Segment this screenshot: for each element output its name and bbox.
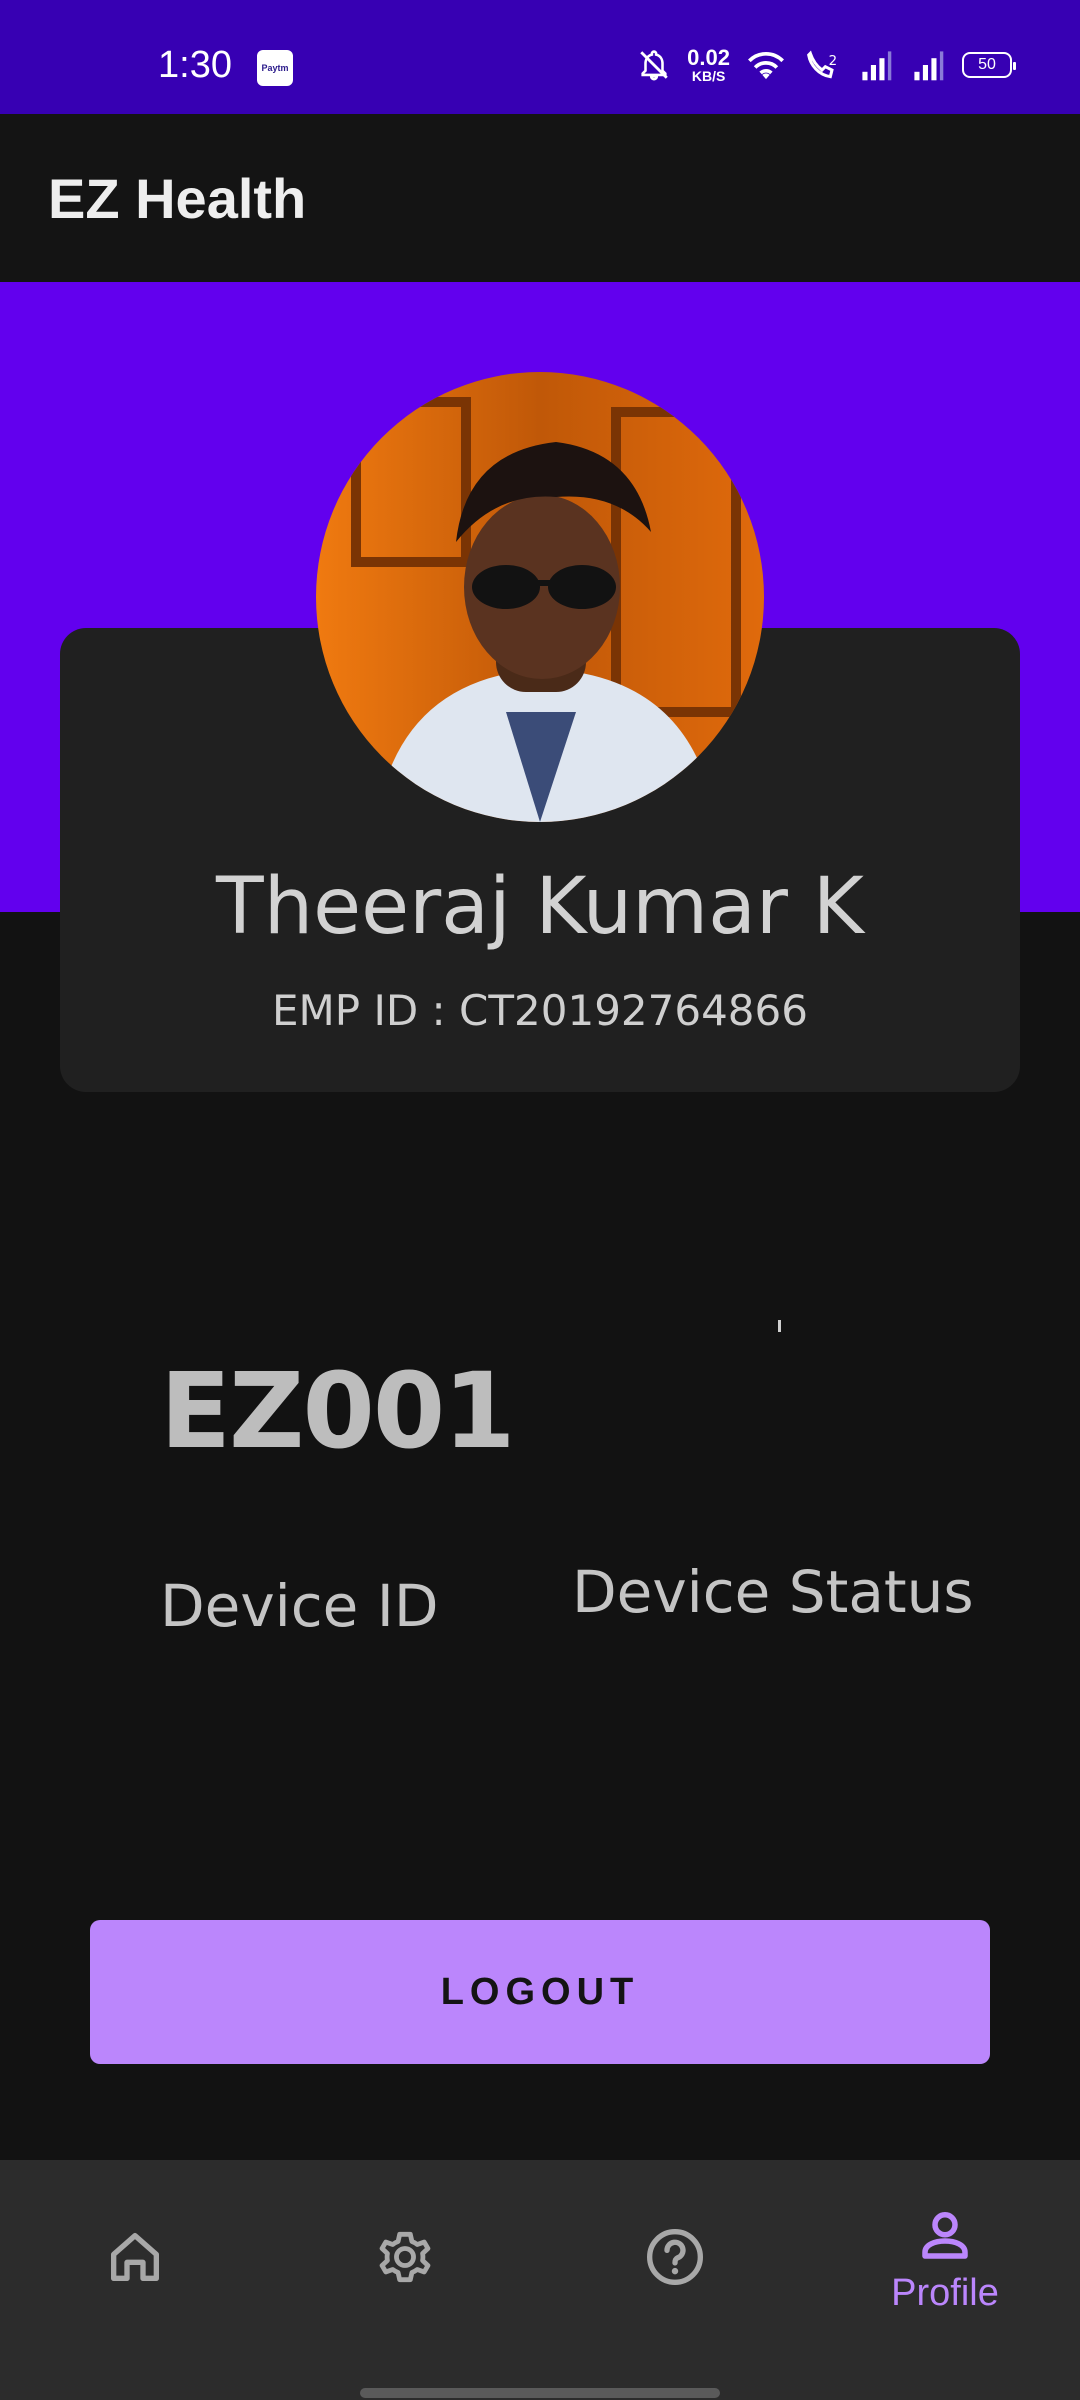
help-icon (647, 2229, 703, 2285)
logout-button[interactable]: LOGOUT (90, 1920, 990, 2064)
volte-call-icon: 2 (807, 50, 837, 79)
person-icon (922, 2211, 968, 2259)
signal-sim1-icon (862, 51, 892, 81)
device-id-label: Device ID (160, 1572, 439, 1640)
device-status-label: Device Status (572, 1558, 974, 1626)
device-id-value: EZ001 (160, 1350, 516, 1472)
mute-bell-icon (640, 50, 668, 81)
user-name: Theeraj Kumar K (216, 862, 864, 952)
app-title: EZ Health (48, 167, 307, 230)
employee-id-value: CT20192764866 (459, 986, 808, 1035)
device-status-value (778, 1320, 781, 1332)
app-bar: EZ Health (0, 114, 1080, 282)
employee-id-row: EMP ID : CT20192764866 (60, 986, 1020, 1035)
wifi-icon (748, 52, 784, 80)
status-time: 1:30 (158, 44, 232, 86)
nav-item-home[interactable] (0, 2160, 270, 2360)
status-icons: 0.02 KB/S 2 50 (637, 40, 1016, 90)
nav-label-profile: Profile (891, 2271, 999, 2314)
nav-item-settings[interactable] (270, 2160, 540, 2360)
gear-icon (379, 2231, 431, 2283)
nav-item-help[interactable] (540, 2160, 810, 2360)
bottom-navigation: Profile (0, 2160, 1080, 2400)
logout-label: LOGOUT (440, 1970, 640, 2013)
avatar[interactable] (316, 372, 764, 822)
gesture-home-indicator[interactable] (360, 2388, 720, 2398)
paytm-icon: Paytm (257, 50, 293, 86)
employee-id-label: EMP ID : (272, 986, 460, 1035)
status-bar: 1:30 Paytm 0.02 KB/S 2 50 (0, 0, 1080, 114)
network-speed: 0.02 KB/S (687, 45, 730, 84)
nav-item-profile[interactable]: Profile (810, 2160, 1080, 2360)
battery-icon: 50 (962, 52, 1016, 78)
home-icon (111, 2233, 159, 2281)
avatar-photo (316, 372, 764, 822)
signal-sim2-icon (914, 51, 944, 81)
svg-text:2: 2 (829, 54, 837, 69)
